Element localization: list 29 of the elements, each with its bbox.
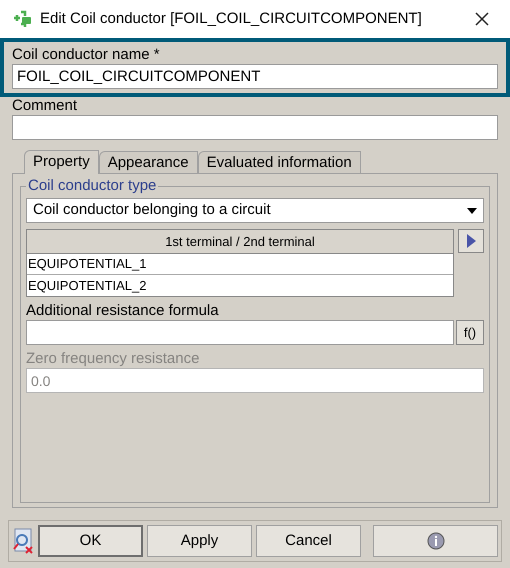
dialog-button[interactable]: OK [38, 525, 143, 557]
dialog-button[interactable]: Apply [147, 525, 252, 557]
tab[interactable]: Appearance [98, 151, 198, 173]
play-button[interactable] [458, 229, 484, 253]
info-button[interactable] [373, 525, 498, 557]
coil-app-icon [12, 10, 32, 28]
dropdown-arrow-icon [467, 208, 477, 214]
type-dropdown[interactable]: Coil conductor belonging to a circuit [26, 198, 484, 223]
close-icon[interactable] [474, 11, 490, 27]
window-title: Edit Coil conductor [FOIL_COIL_CIRCUITCOMPONENT] [40, 8, 423, 29]
dropdown-value: Coil conductor belonging to a circuit [33, 200, 272, 220]
field-label: Coil conductor name * [12, 46, 161, 64]
table-cell[interactable]: EQUIPOTENTIAL_2 [27, 275, 453, 296]
tab[interactable]: Evaluated information [198, 151, 361, 173]
group-title: Coil conductor type [26, 177, 158, 195]
formula-input-field[interactable] [26, 320, 454, 345]
table-cell[interactable]: EQUIPOTENTIAL_1 [27, 254, 453, 275]
field-label: Zero frequency resistance [26, 350, 200, 368]
tab[interactable]: Property [24, 150, 99, 174]
name-input-field[interactable]: FOIL_COIL_CIRCUITCOMPONENT [12, 64, 498, 89]
dialog-button[interactable]: Cancel [256, 525, 361, 557]
column-header: 1st terminal / 2nd terminal [27, 230, 453, 254]
function-button[interactable]: f() [456, 320, 484, 345]
right-triangle-icon [466, 234, 476, 248]
comment-input-field[interactable] [12, 115, 498, 140]
info-icon [426, 532, 444, 550]
field-label: Additional resistance formula [26, 302, 220, 320]
search-document-icon[interactable] [12, 527, 34, 555]
field-label: Comment [12, 97, 78, 115]
